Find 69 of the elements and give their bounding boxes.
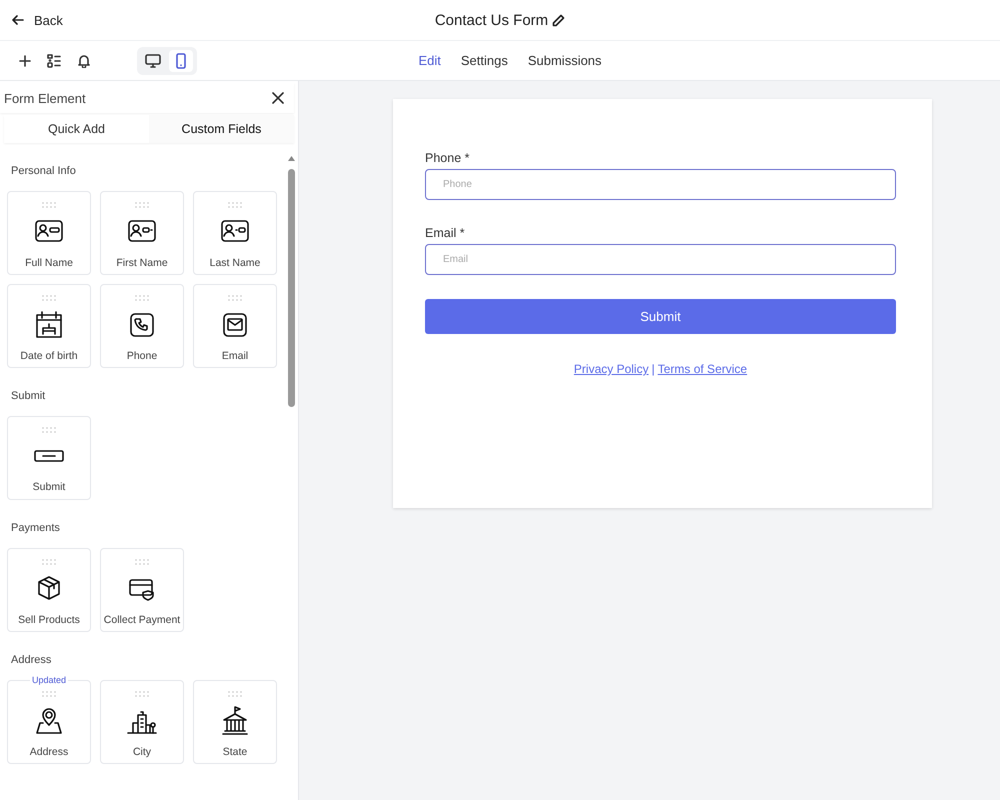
link-separator: | bbox=[652, 362, 655, 376]
card-label: City bbox=[132, 746, 152, 758]
card-label: Last Name bbox=[210, 257, 260, 269]
desktop-icon bbox=[145, 52, 161, 68]
panel-title: Form Element bbox=[4, 90, 86, 106]
plus-icon[interactable] bbox=[19, 54, 31, 66]
drag-handle-icon bbox=[228, 295, 242, 301]
drag-handle-icon bbox=[228, 691, 242, 697]
back-button[interactable]: Back bbox=[10, 8, 65, 32]
grid-icon[interactable] bbox=[47, 54, 61, 68]
drag-handle-icon bbox=[135, 691, 149, 697]
field-label: Email * bbox=[425, 226, 466, 240]
policy-link[interactable]: Terms of Service bbox=[658, 362, 748, 376]
mobile-view-button[interactable] bbox=[169, 50, 193, 72]
tab[interactable]: Submissions bbox=[528, 49, 602, 72]
field-label: Phone * bbox=[425, 151, 470, 165]
card-label: Email bbox=[222, 350, 248, 362]
drag-handle-icon bbox=[135, 202, 149, 208]
drag-handle-icon bbox=[135, 295, 149, 301]
card-label: Date of birth bbox=[20, 350, 78, 362]
section-title: Payments bbox=[11, 522, 61, 534]
drag-handle-icon bbox=[42, 427, 56, 433]
section-title: Address bbox=[11, 654, 52, 666]
drag-handle-icon bbox=[228, 202, 242, 208]
tab[interactable]: Settings bbox=[460, 49, 508, 72]
card-label: Full Name bbox=[25, 257, 73, 269]
input-field[interactable]: Phone bbox=[425, 169, 896, 200]
input-field[interactable]: Email bbox=[425, 244, 896, 275]
section-title: Submit bbox=[11, 390, 46, 402]
form-element-card[interactable]: Last Name bbox=[193, 191, 277, 275]
drag-handle-icon bbox=[42, 202, 56, 208]
form-element-card[interactable]: First Name bbox=[100, 191, 184, 275]
form-element-card[interactable]: Full Name bbox=[7, 191, 91, 275]
mobile-icon bbox=[173, 52, 189, 68]
tab[interactable]: Custom Fields bbox=[149, 115, 294, 143]
drag-handle-icon bbox=[42, 295, 56, 301]
section-title: Personal Info bbox=[11, 165, 77, 177]
submit-button[interactable]: Submit bbox=[425, 299, 896, 334]
tab[interactable]: Quick Add bbox=[4, 115, 149, 143]
form-element-card[interactable]: Submit bbox=[7, 416, 91, 500]
form-element-card[interactable]: Email bbox=[193, 284, 277, 368]
card-label: Collect Payment bbox=[104, 614, 180, 626]
button-icon bbox=[31, 450, 67, 462]
drag-handle-icon bbox=[135, 559, 149, 565]
form-element-card[interactable]: Collect Payment bbox=[100, 548, 184, 632]
tab[interactable]: Edit bbox=[418, 49, 441, 72]
drag-handle-icon bbox=[42, 559, 56, 565]
form-title: Contact Us Form bbox=[434, 12, 548, 28]
form-element-card[interactable]: State bbox=[193, 680, 277, 764]
scrollbar-thumb[interactable] bbox=[288, 169, 295, 407]
card-label: Address bbox=[30, 746, 68, 758]
pencil-icon[interactable] bbox=[552, 14, 566, 26]
drag-handle-icon bbox=[42, 691, 56, 697]
updated-badge: Updated bbox=[30, 675, 68, 685]
card-label: Phone bbox=[126, 350, 158, 362]
form-element-card[interactable]: Phone bbox=[100, 284, 184, 368]
policy-link[interactable]: Privacy Policy bbox=[574, 362, 649, 376]
form-element-card[interactable]: Date of birth bbox=[7, 284, 91, 368]
card-label: State bbox=[222, 746, 248, 758]
form-element-card[interactable]: City bbox=[100, 680, 184, 764]
close-icon bbox=[272, 92, 284, 104]
card-label: Sell Products bbox=[18, 614, 80, 626]
scroll-up-icon[interactable] bbox=[288, 156, 295, 161]
close-button[interactable] bbox=[272, 92, 284, 104]
form-element-card[interactable]: Sell Products bbox=[7, 548, 91, 632]
bell-icon[interactable] bbox=[77, 54, 91, 68]
card-label: Submit bbox=[32, 481, 66, 493]
card-label: First Name bbox=[116, 257, 168, 269]
back-arrow-icon bbox=[12, 14, 24, 26]
